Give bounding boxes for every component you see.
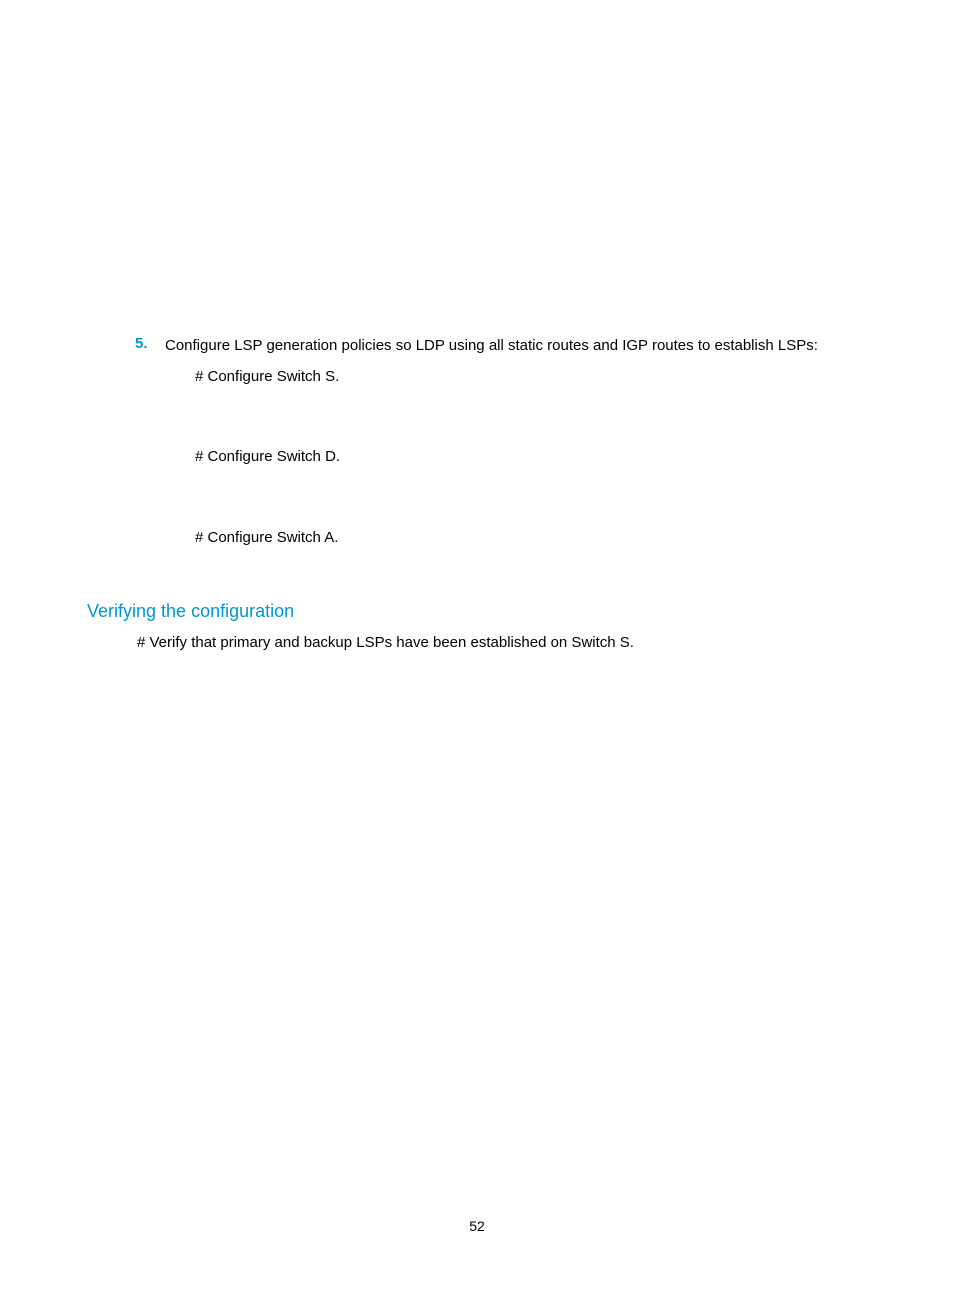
page-number: 52	[0, 1218, 954, 1234]
config-switch-s: # Configure Switch S.	[195, 366, 849, 389]
config-switch-a: # Configure Switch A.	[195, 527, 849, 550]
section-heading: Verifying the configuration	[87, 601, 849, 622]
config-switch-d: # Configure Switch D.	[195, 446, 849, 469]
verify-text: # Verify that primary and backup LSPs ha…	[137, 632, 849, 655]
numbered-step: 5. Configure LSP generation policies so …	[105, 335, 849, 358]
step-text: Configure LSP generation policies so LDP…	[165, 335, 849, 358]
step-number: 5.	[105, 335, 165, 358]
